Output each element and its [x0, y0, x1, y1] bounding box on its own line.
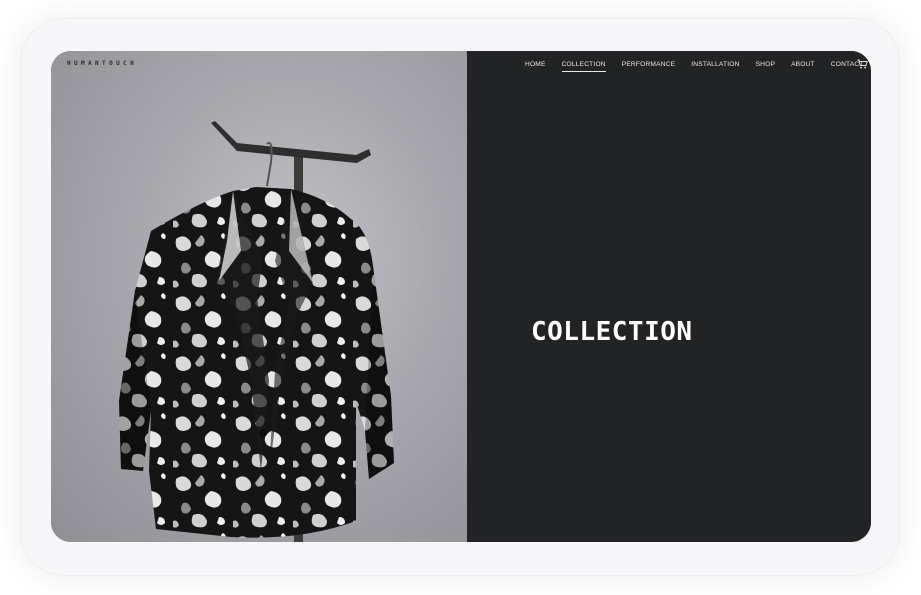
- page-title: COLLECTION: [531, 317, 693, 347]
- nav-item-performance[interactable]: PERFORMANCE: [622, 60, 676, 72]
- nav-item-installation[interactable]: INSTALLATION: [691, 60, 739, 72]
- cart-icon[interactable]: [857, 59, 868, 69]
- brand-logo[interactable]: HUMANTOUCH: [67, 60, 137, 67]
- nav-item-collection[interactable]: COLLECTION: [561, 60, 606, 72]
- right-panel: [467, 51, 871, 542]
- website-screen: HUMANTOUCH HOME COLLECTION PERFORMANCE I…: [51, 51, 871, 542]
- hero-photo: HUMANTOUCH: [51, 51, 467, 542]
- nav-item-home[interactable]: HOME: [525, 60, 546, 72]
- jacket-photo-illustration: [119, 121, 394, 542]
- main-nav: HOME COLLECTION PERFORMANCE INSTALLATION…: [525, 60, 871, 72]
- nav-item-shop[interactable]: SHOP: [756, 60, 776, 72]
- nav-item-about[interactable]: ABOUT: [791, 60, 815, 72]
